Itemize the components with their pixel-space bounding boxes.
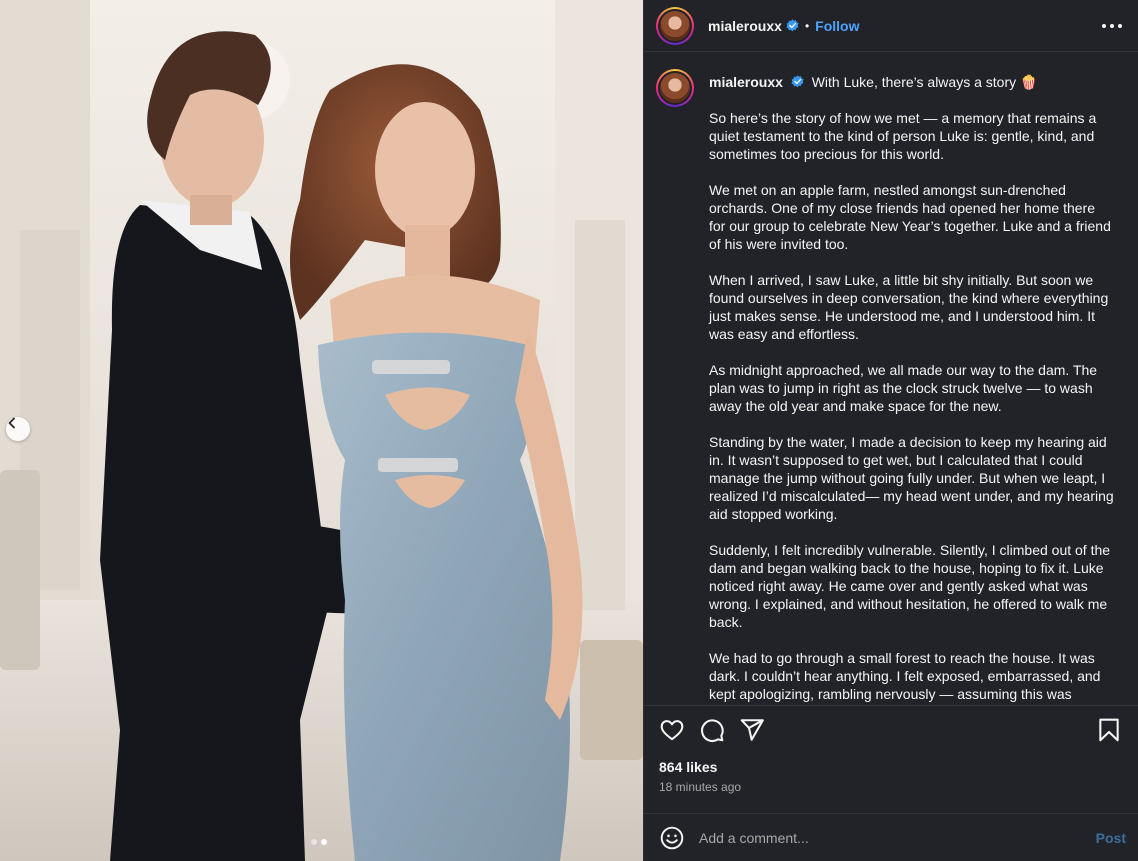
carousel-dot (311, 839, 317, 845)
carousel-indicator (311, 839, 327, 845)
carousel-dot-active (321, 839, 327, 845)
caption-paragraph: Suddenly, I felt incredibly vulnerable. … (709, 542, 1111, 630)
verified-badge-icon (786, 19, 799, 32)
chevron-left-icon (8, 417, 15, 429)
post-actions: 864 likes 18 minutes ago (643, 705, 1138, 813)
caption-scroll-area[interactable]: mialerouxx With Luke, there’s always a s… (643, 52, 1138, 705)
comment-icon[interactable] (699, 717, 725, 743)
caption-paragraph: As midnight approached, we all made our … (709, 362, 1098, 414)
bookmark-icon[interactable] (1096, 717, 1122, 743)
comment-composer: Post (643, 813, 1138, 861)
action-icons-row (659, 717, 765, 743)
heart-icon[interactable] (659, 717, 685, 743)
caption-username[interactable]: mialerouxx (709, 74, 783, 90)
post-comment-button[interactable]: Post (1096, 830, 1126, 846)
caption-paragraph: We met on an apple farm, nestled amongst… (709, 182, 1111, 252)
post-timestamp[interactable]: 18 minutes ago (659, 780, 741, 794)
emoji-icon[interactable] (659, 825, 685, 851)
avatar[interactable] (656, 6, 694, 45)
post-viewer: mialerouxx • Follow mialerouxx With Luke… (0, 0, 1138, 861)
share-icon[interactable] (739, 717, 765, 743)
caption-headline-row: mialerouxx With Luke, there’s always a s… (709, 73, 1114, 91)
likes-count[interactable]: 864 likes (659, 759, 717, 775)
caption-avatar[interactable] (656, 69, 694, 107)
carousel-prev-button[interactable] (6, 417, 30, 441)
caption-headline: With Luke, there’s always a story 🍿 (811, 74, 1038, 90)
caption-paragraph: Standing by the water, I made a decision… (709, 434, 1114, 522)
post-details-panel: mialerouxx • Follow mialerouxx With Luke… (643, 0, 1138, 861)
header-username[interactable]: mialerouxx (708, 18, 782, 34)
verified-badge-icon (791, 75, 804, 88)
caption-paragraph: So here’s the story of how we met — a me… (709, 110, 1097, 162)
caption-paragraph: When I arrived, I saw Luke, a little bit… (709, 272, 1109, 342)
more-options-icon[interactable] (1102, 16, 1122, 36)
comment-input[interactable] (699, 829, 1096, 846)
caption-body: mialerouxx With Luke, there’s always a s… (709, 73, 1114, 705)
header-separator: • (804, 18, 810, 33)
follow-button[interactable]: Follow (815, 18, 859, 34)
post-media[interactable] (0, 0, 643, 861)
post-photo (0, 0, 643, 861)
caption-paragraph: We had to go through a small forest to r… (709, 650, 1101, 702)
post-header: mialerouxx • Follow (643, 0, 1138, 52)
